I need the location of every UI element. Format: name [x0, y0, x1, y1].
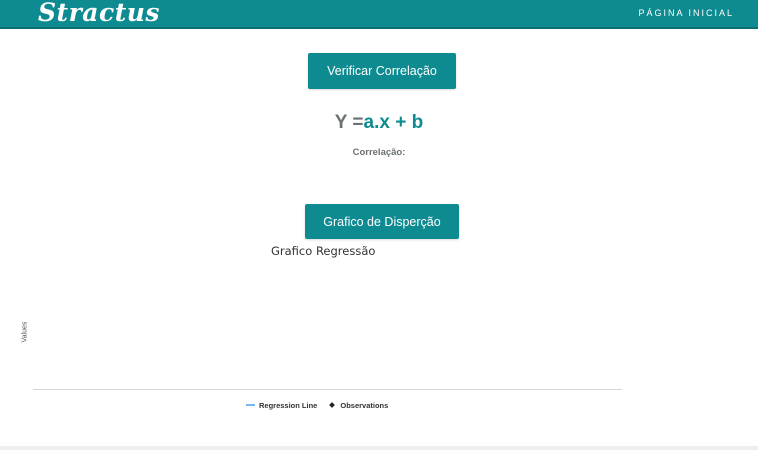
regression-line-swatch: [246, 404, 255, 406]
chart-legend: Regression Line Observations: [246, 400, 400, 410]
top-navigation-bar: Stractus PÁGINA INICIAL: [0, 0, 758, 29]
chart-y-axis-label: Values: [21, 321, 29, 343]
legend-item-observations[interactable]: Observations: [329, 401, 388, 410]
legend-item-regression-line[interactable]: Regression Line: [246, 401, 317, 410]
chart-x-axis-line: [33, 389, 622, 390]
verify-correlation-button[interactable]: Verificar Correlação: [308, 53, 456, 89]
home-nav-link[interactable]: PÁGINA INICIAL: [638, 8, 734, 18]
scatter-chart-button[interactable]: Grafico de Disperção: [305, 204, 459, 239]
legend-label-regression-line: Regression Line: [259, 400, 318, 410]
observation-marker-swatch: [329, 402, 336, 408]
bottom-divider: [0, 446, 758, 450]
formula-ax-b: a.x + b: [363, 112, 424, 133]
correlation-label: Correlação:: [352, 147, 406, 158]
chart-title: Grafico Regressão: [271, 244, 376, 258]
legend-label-observations: Observations: [340, 400, 389, 410]
stractus-logo[interactable]: Stractus: [38, 0, 160, 27]
formula-y: Y =: [334, 112, 364, 133]
regression-formula: Y =a.x + b: [0, 112, 758, 134]
